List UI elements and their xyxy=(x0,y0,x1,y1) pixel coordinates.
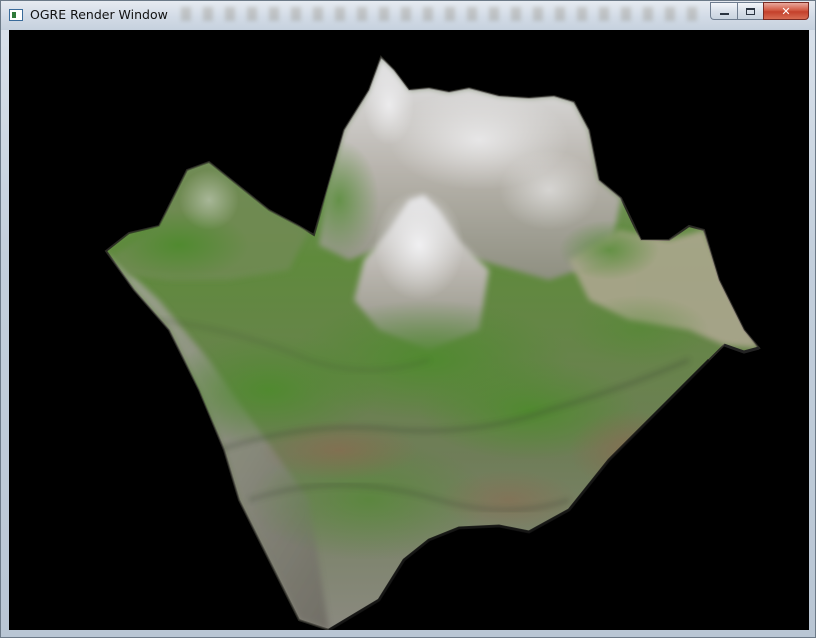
close-button[interactable]: ✕ xyxy=(763,2,809,20)
title-bar[interactable]: OGRE Render Window ✕ xyxy=(1,1,815,30)
maximize-icon xyxy=(746,7,755,15)
app-window-icon[interactable] xyxy=(9,9,23,21)
terrain-render xyxy=(104,55,761,630)
minimize-icon xyxy=(719,13,729,15)
caption-buttons: ✕ xyxy=(710,2,809,21)
close-icon: ✕ xyxy=(781,4,791,18)
minimize-button[interactable] xyxy=(710,2,737,20)
render-viewport[interactable] xyxy=(9,30,809,630)
ogre-render-window: OGRE Render Window ✕ xyxy=(0,0,816,638)
window-title: OGRE Render Window xyxy=(30,7,168,22)
maximize-button[interactable] xyxy=(737,2,763,20)
title-bar-glass xyxy=(181,7,701,21)
